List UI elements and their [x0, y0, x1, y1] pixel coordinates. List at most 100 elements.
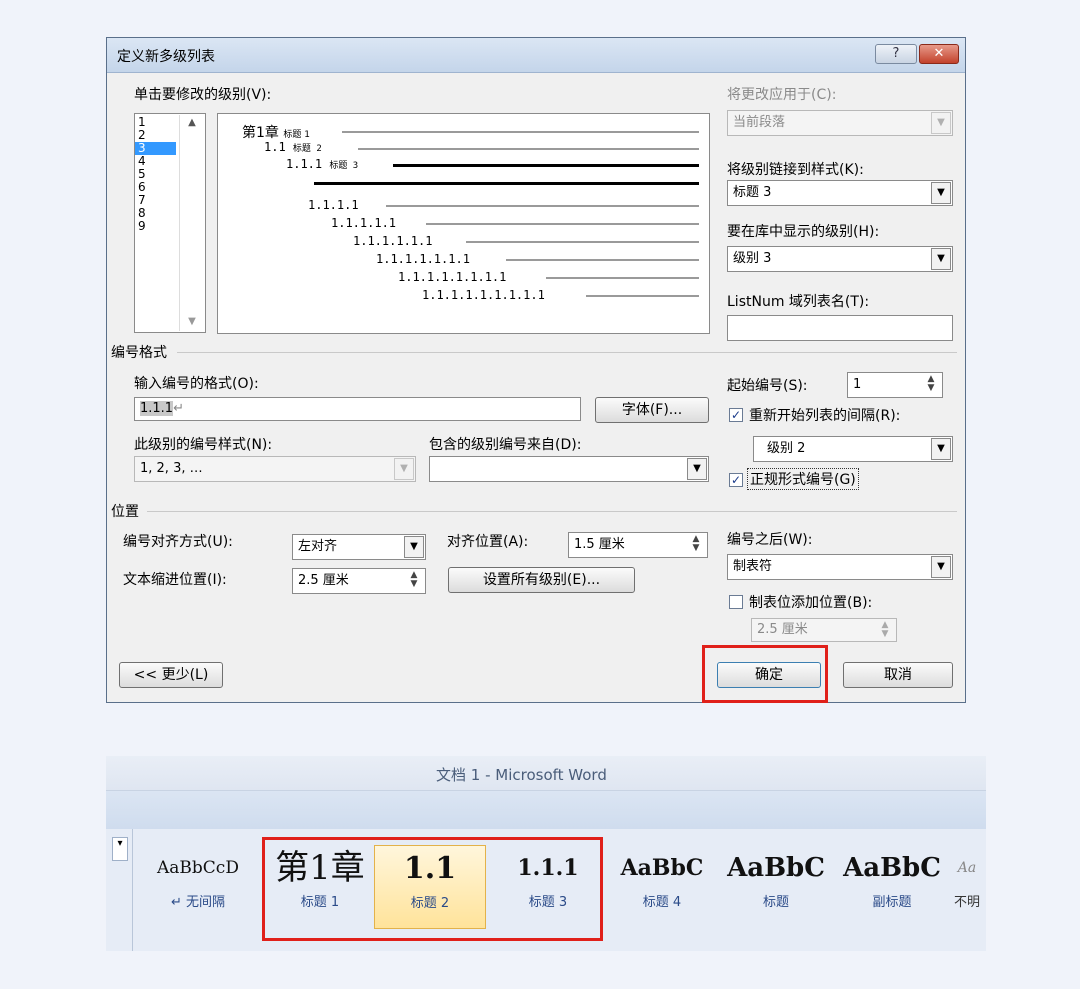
style-subtitle[interactable]: AaBbC 副标题 [836, 845, 948, 929]
chevron-down-icon[interactable]: ▼ [394, 458, 414, 480]
style-heading-4[interactable]: AaBbC 标题 4 [606, 845, 718, 929]
style-name: 副标题 [872, 895, 912, 910]
level-list-scrollbar[interactable]: ▲ ▼ [179, 115, 204, 331]
chevron-down-icon[interactable]: ▼ [404, 536, 424, 558]
gallery-scroll-button[interactable]: ▾ [112, 837, 128, 861]
preview-line-6 [426, 223, 699, 225]
style-sample: AaBbC [727, 853, 825, 883]
preview-style-3: 标题 3 [329, 161, 359, 171]
preview-style-1: 标题 1 [283, 130, 310, 140]
dialog-title: 定义新多级列表 [117, 49, 215, 65]
scroll-up-icon[interactable]: ▲ [180, 117, 204, 128]
start-at-value: 1 [853, 377, 862, 392]
tab-stop-label: 制表位添加位置(B): [749, 595, 873, 611]
preview-line-7 [466, 241, 699, 243]
level-preview: 第1章 标题 1 1.1 标题 2 1.1.1 标题 3 1.1.1.1 1.1… [217, 113, 710, 334]
spinner-arrows-icon[interactable]: ▲ ▼ [687, 535, 705, 555]
preview-level-3: 1.1.1 标题 3 [286, 157, 358, 171]
position-section-title: 位置 [111, 504, 139, 520]
divider [132, 829, 133, 951]
style-sample: AaBbC [620, 855, 704, 881]
cancel-button[interactable]: 取消 [843, 662, 953, 688]
follow-number-label: 编号之后(W): [727, 532, 813, 548]
chevron-down-icon[interactable]: ▼ [687, 458, 707, 480]
preview-level-10: 1.1.1.1.1.1.1.1.1 [422, 288, 545, 302]
alignment-value: 左对齐 [298, 539, 338, 554]
chevron-down-icon[interactable]: ▼ [931, 556, 951, 578]
spinner-arrows-icon[interactable]: ▲ ▼ [405, 571, 423, 591]
style-name: 不明 [953, 895, 980, 910]
include-level-dropdown[interactable]: ▼ [429, 456, 709, 482]
chevron-down-icon[interactable]: ▼ [931, 248, 951, 270]
word-title-bar: 文档 1 - Microsoft Word [106, 756, 986, 791]
number-style-dropdown[interactable]: 1, 2, 3, … ▼ [134, 456, 416, 482]
chevron-down-icon[interactable]: ▼ [931, 112, 951, 134]
indent-value: 2.5 厘米 [298, 573, 349, 588]
gallery-level-value: 级别 3 [733, 251, 772, 266]
preview-line-1 [342, 131, 699, 133]
follow-number-value: 制表符 [733, 559, 773, 574]
legal-style-checkbox[interactable]: ✓ [729, 473, 743, 487]
style-name: 标题 [762, 895, 789, 910]
alignment-dropdown[interactable]: 左对齐 ▼ [292, 534, 426, 560]
apply-to-value: 当前段落 [733, 115, 786, 130]
preview-level-2: 1.1 标题 2 [264, 140, 322, 154]
restart-level-value: 级别 2 [767, 441, 806, 456]
include-level-label: 包含的级别编号来自(D): [429, 437, 582, 453]
number-style-label: 此级别的编号样式(N): [134, 437, 273, 453]
tab-stop-value: 2.5 厘米 [757, 622, 808, 637]
start-at-label: 起始编号(S): [727, 378, 808, 394]
spinner-arrows-icon[interactable]: ▲ ▼ [922, 375, 940, 395]
listnum-input[interactable] [727, 315, 953, 341]
restart-level-dropdown[interactable]: 级别 2 ▼ [753, 436, 953, 462]
aligned-at-label: 对齐位置(A): [447, 534, 529, 550]
style-subtle-emphasis[interactable]: Aa 不明 [948, 845, 986, 929]
spinner-arrows-icon[interactable]: ▲ ▼ [876, 621, 894, 641]
indent-label: 文本缩进位置(I): [123, 572, 227, 588]
less-button[interactable]: << 更少(L) [119, 662, 223, 688]
style-title[interactable]: AaBbC 标题 [720, 845, 832, 929]
scroll-down-icon[interactable]: ▼ [180, 316, 204, 327]
start-at-spinner[interactable]: 1 ▲ ▼ [847, 372, 943, 398]
set-all-levels-button[interactable]: 设置所有级别(E)... [448, 567, 635, 593]
preview-line-8 [506, 259, 699, 261]
divider [147, 511, 957, 512]
style-sample: AaBbCcD [157, 858, 239, 878]
enter-format-label: 输入编号的格式(O): [134, 376, 259, 392]
preview-line-3 [393, 164, 699, 167]
apply-to-label: 将更改应用于(C): [727, 87, 837, 103]
indent-spinner[interactable]: 2.5 厘米 ▲ ▼ [292, 568, 426, 594]
style-no-spacing[interactable]: AaBbCcD ↵ 无间隔 [142, 845, 254, 929]
preview-number-1: 第1章 [242, 125, 279, 141]
tab-stop-checkbox[interactable] [729, 595, 743, 609]
aligned-at-spinner[interactable]: 1.5 厘米 ▲ ▼ [568, 532, 708, 558]
legal-style-label: 正规形式编号(G) [747, 468, 859, 490]
preview-line-4 [314, 182, 699, 185]
listnum-label: ListNum 域列表名(T): [727, 294, 870, 310]
tab-stop-spinner[interactable]: 2.5 厘米 ▲ ▼ [751, 618, 897, 642]
font-button[interactable]: 字体(F)... [595, 397, 709, 423]
level-list[interactable]: 1 2 3 4 5 6 7 8 9 ▲ ▼ [134, 113, 206, 333]
link-style-value: 标题 3 [733, 185, 772, 200]
number-format-input[interactable]: 1.1.1↵ [134, 397, 581, 421]
level-item[interactable]: 9 [135, 220, 176, 233]
follow-number-dropdown[interactable]: 制表符 ▼ [727, 554, 953, 580]
preview-level-5: 1.1.1.1 [308, 198, 359, 212]
close-button[interactable]: ✕ [919, 44, 959, 64]
gallery-level-dropdown[interactable]: 级别 3 ▼ [727, 246, 953, 272]
chevron-down-icon[interactable]: ▼ [931, 438, 951, 460]
preview-level-7: 1.1.1.1.1.1 [353, 234, 433, 248]
preview-style-2: 标题 2 [292, 144, 322, 154]
help-button[interactable]: ? [875, 44, 917, 64]
preview-level-1: 第1章 标题 1 [242, 122, 310, 142]
restart-checkbox[interactable]: ✓ [729, 408, 743, 422]
preview-line-10 [586, 295, 699, 297]
preview-level-9: 1.1.1.1.1.1.1.1 [398, 270, 507, 284]
chevron-down-icon[interactable]: ▼ [931, 182, 951, 204]
ok-highlight-box [702, 645, 828, 703]
apply-to-dropdown[interactable]: 当前段落 ▼ [727, 110, 953, 136]
ribbon-tabs-bar [106, 791, 986, 829]
link-style-dropdown[interactable]: 标题 3 ▼ [727, 180, 953, 206]
number-style-value: 1, 2, 3, … [140, 461, 203, 476]
style-sample: AaBbC [843, 853, 941, 883]
